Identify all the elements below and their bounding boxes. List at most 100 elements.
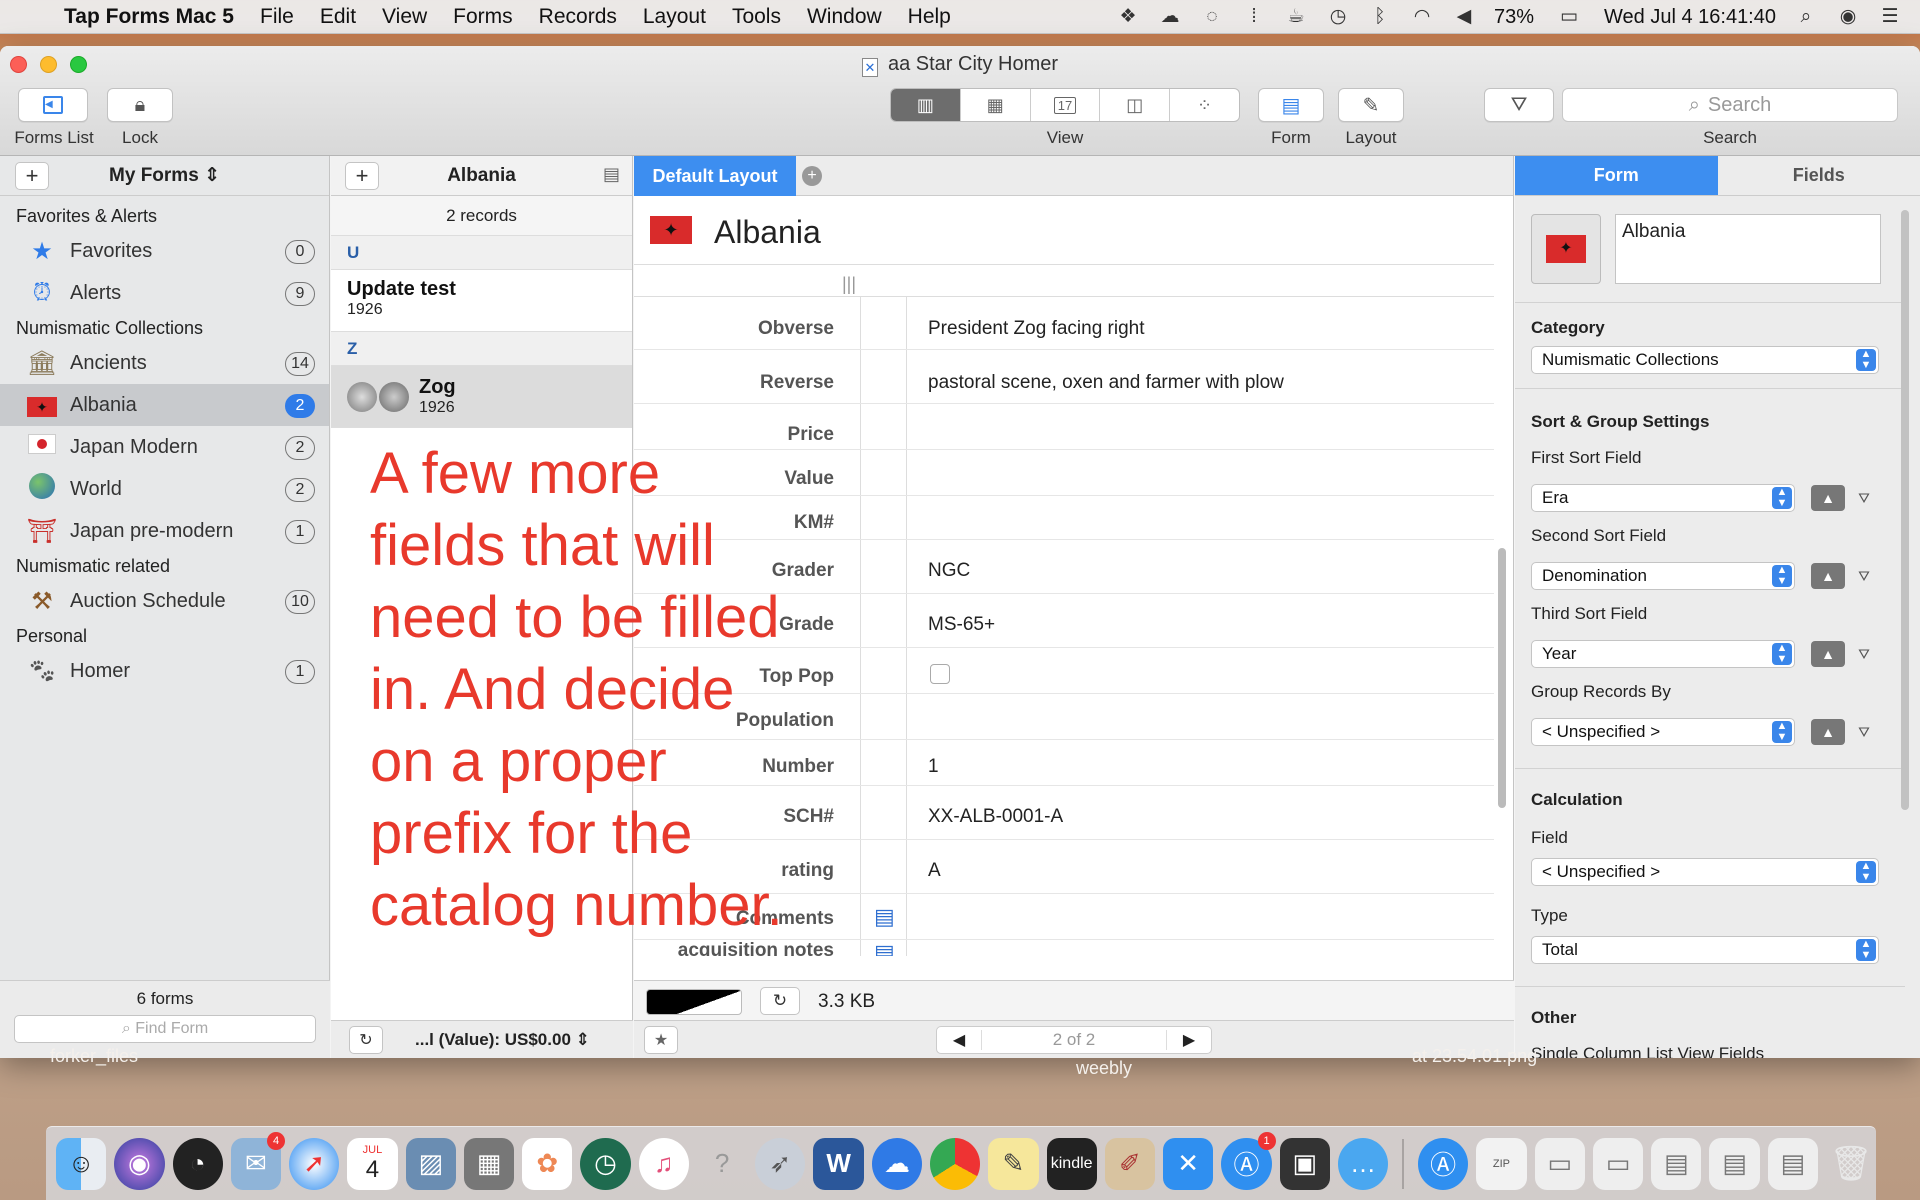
xcode-icon[interactable]: ✕ xyxy=(1163,1137,1214,1190)
sidebar-item-auction-schedule[interactable]: ⚒︎ Auction Schedule 10 xyxy=(0,580,329,622)
view-columns-button[interactable]: ▥ xyxy=(891,89,961,121)
view-calendar-button[interactable]: 17 xyxy=(1031,89,1101,121)
downloads-stack-icon[interactable]: ▭ xyxy=(1534,1137,1585,1190)
group-records-select[interactable]: < Unspecified > ▲ ▼ xyxy=(1531,718,1795,746)
finder-icon[interactable]: ☺ xyxy=(56,1137,107,1190)
tab-default-layout[interactable]: Default Layout xyxy=(634,156,796,196)
kindle-icon[interactable]: kindle xyxy=(1046,1137,1097,1190)
calc-field-select[interactable]: < Unspecified > ▲ ▼ xyxy=(1531,858,1879,886)
note-icon[interactable]: ▤ xyxy=(874,940,895,956)
app-store-folder-icon[interactable]: Ⓐ xyxy=(1418,1137,1469,1190)
word-icon[interactable]: W xyxy=(813,1137,864,1190)
field-value-obverse[interactable]: President Zog facing right xyxy=(928,318,1145,340)
form-view-button[interactable]: ▤ xyxy=(1258,88,1324,122)
siri-icon[interactable]: ◉ xyxy=(1836,6,1860,28)
field-value-grade[interactable]: MS-65+ xyxy=(928,614,995,636)
recent-files-stack-icon[interactable]: ▤ xyxy=(1767,1137,1818,1190)
sort-filter-button[interactable]: ⛛ xyxy=(1847,485,1881,511)
form-scrollbar[interactable] xyxy=(1498,548,1506,808)
second-sort-select[interactable]: Denomination ▲ ▼ xyxy=(1531,562,1795,590)
battery-icon[interactable]: ▭ xyxy=(1552,6,1586,28)
sort-filter-button[interactable]: ⛛ xyxy=(1847,563,1881,589)
spotlight-search-icon[interactable]: ⌕ xyxy=(1794,6,1818,28)
messages-icon[interactable]: … xyxy=(1337,1137,1389,1190)
menu-clock[interactable]: Wed Jul 4 16:41:40 xyxy=(1604,6,1776,29)
siri-icon[interactable]: ◉ xyxy=(114,1137,165,1190)
documents-stack-icon[interactable]: ▭ xyxy=(1592,1137,1644,1190)
calc-type-select[interactable]: Total ▲ ▼ xyxy=(1531,936,1879,964)
sort-filter-button[interactable]: ⛛ xyxy=(1847,641,1881,667)
view-table-button[interactable]: ▦ xyxy=(961,89,1031,121)
next-record-button[interactable]: ▶ xyxy=(1167,1030,1211,1050)
list-options-icon[interactable]: ▤ xyxy=(603,164,620,185)
chrome-icon[interactable] xyxy=(929,1137,981,1190)
color-picker-button[interactable] xyxy=(646,989,742,1015)
record-row[interactable]: Update test 1926 xyxy=(331,270,632,332)
cloud-download-icon[interactable]: ☁ xyxy=(871,1137,922,1190)
previous-record-button[interactable]: ◀ xyxy=(937,1030,981,1050)
menu-view[interactable]: View xyxy=(382,5,427,29)
record-row-selected[interactable]: Zog 1926 xyxy=(331,366,632,428)
my-forms-popup[interactable]: My Forms ⇕ xyxy=(0,164,329,187)
field-value-grader[interactable]: NGC xyxy=(928,560,970,582)
sidebar-item-homer[interactable]: 🐾︎ Homer 1 xyxy=(0,650,329,692)
sidebar-item-albania[interactable]: ✦ Albania 2 xyxy=(0,384,329,426)
dashboard-icon[interactable]: ◔ xyxy=(172,1137,223,1190)
sync-spinner-icon[interactable]: ◌ xyxy=(1200,6,1224,28)
note-icon[interactable]: ▤ xyxy=(874,904,895,930)
menu-records[interactable]: Records xyxy=(539,5,617,29)
field-value-sch[interactable]: XX-ALB-0001-A xyxy=(928,806,1063,828)
help-icon[interactable]: ? xyxy=(697,1138,747,1190)
first-sort-select[interactable]: Era ▲ ▼ xyxy=(1531,484,1795,512)
volume-icon[interactable]: ◀ xyxy=(1452,6,1476,28)
cloud-upload-icon[interactable]: ☁ xyxy=(1158,6,1182,28)
form-name-field[interactable]: Albania xyxy=(1615,214,1881,284)
desktop-file-label[interactable]: at 23.54.01.png xyxy=(1412,1046,1537,1067)
sort-ascending-button[interactable]: ▲ xyxy=(1811,641,1845,667)
field-value-rating[interactable]: A xyxy=(928,860,941,882)
sidebar-item-japan-modern[interactable]: Japan Modern 2 xyxy=(0,426,329,468)
inspector-scrollbar[interactable] xyxy=(1901,210,1909,810)
find-form-input[interactable]: ⌕ Find Form xyxy=(14,1015,316,1043)
sidebar-item-japan-pre-modern[interactable]: ⛩︎ Japan pre-modern 1 xyxy=(0,510,329,552)
menu-help[interactable]: Help xyxy=(908,5,951,29)
mail-icon[interactable]: ✉ 4 xyxy=(230,1131,286,1190)
menu-layout[interactable]: Layout xyxy=(643,5,706,29)
menu-app-name[interactable]: Tap Forms Mac 5 xyxy=(64,5,234,29)
screenshot-stack-icon[interactable]: ▤ xyxy=(1651,1137,1702,1190)
form-icon-well[interactable]: ✦ xyxy=(1531,214,1601,284)
battery-percent[interactable]: 73% xyxy=(1494,6,1534,29)
search-field[interactable]: ⌕ Search xyxy=(1562,88,1898,122)
layout-button[interactable]: ✎ xyxy=(1338,88,1404,122)
launchpad-icon[interactable]: ➶ xyxy=(755,1137,806,1190)
paintbrush-icon[interactable]: ✐ xyxy=(1104,1137,1156,1190)
calculation-total-popup[interactable]: ...l (Value): US$0.00 ⇕ xyxy=(415,1030,590,1050)
wifi-icon[interactable]: ◠ xyxy=(1410,6,1434,28)
coffee-icon[interactable]: ☕ xyxy=(1284,6,1308,28)
bluetooth-icon[interactable]: ᛒ xyxy=(1368,6,1392,28)
field-value-reverse[interactable]: pastoral scene, oxen and farmer with plo… xyxy=(928,372,1284,394)
menu-tools[interactable]: Tools xyxy=(732,5,781,29)
app-store-icon[interactable]: Ⓐ 1 xyxy=(1221,1131,1276,1190)
sort-ascending-button[interactable]: ▲ xyxy=(1811,563,1845,589)
sidebar-item-favorites[interactable]: ★ Favorites 0 xyxy=(0,230,329,272)
desktop-file-label[interactable]: forker_files xyxy=(50,1046,138,1067)
tab-fields[interactable]: Fields xyxy=(1718,156,1920,195)
menu-edit[interactable]: Edit xyxy=(320,5,356,29)
preview-icon[interactable]: ▨ xyxy=(405,1137,456,1190)
grid-dots-icon[interactable]: ⁞ xyxy=(1242,6,1266,28)
dropbox-icon[interactable]: ❖ xyxy=(1116,6,1140,28)
resize-handle-icon[interactable]: ||| xyxy=(842,274,856,295)
sidebar-item-alerts[interactable]: ⏰︎ Alerts 9 xyxy=(0,272,329,314)
photos-icon[interactable]: ✿ xyxy=(522,1137,573,1190)
favorite-star-button[interactable]: ★ xyxy=(644,1026,678,1054)
calculator-icon[interactable]: ▦ xyxy=(463,1137,515,1190)
lock-button[interactable]: 🔒︎ xyxy=(107,88,173,122)
calendar-icon[interactable]: JUL 4 xyxy=(347,1137,398,1190)
refresh-record-button[interactable]: ↻ xyxy=(760,987,800,1015)
menu-window[interactable]: Window xyxy=(807,5,882,29)
sort-ascending-button[interactable]: ▲ xyxy=(1811,485,1845,511)
notes-icon[interactable]: ✎ xyxy=(988,1137,1039,1190)
menu-forms[interactable]: Forms xyxy=(453,5,513,29)
sidebar-item-world[interactable]: World 2 xyxy=(0,468,329,510)
